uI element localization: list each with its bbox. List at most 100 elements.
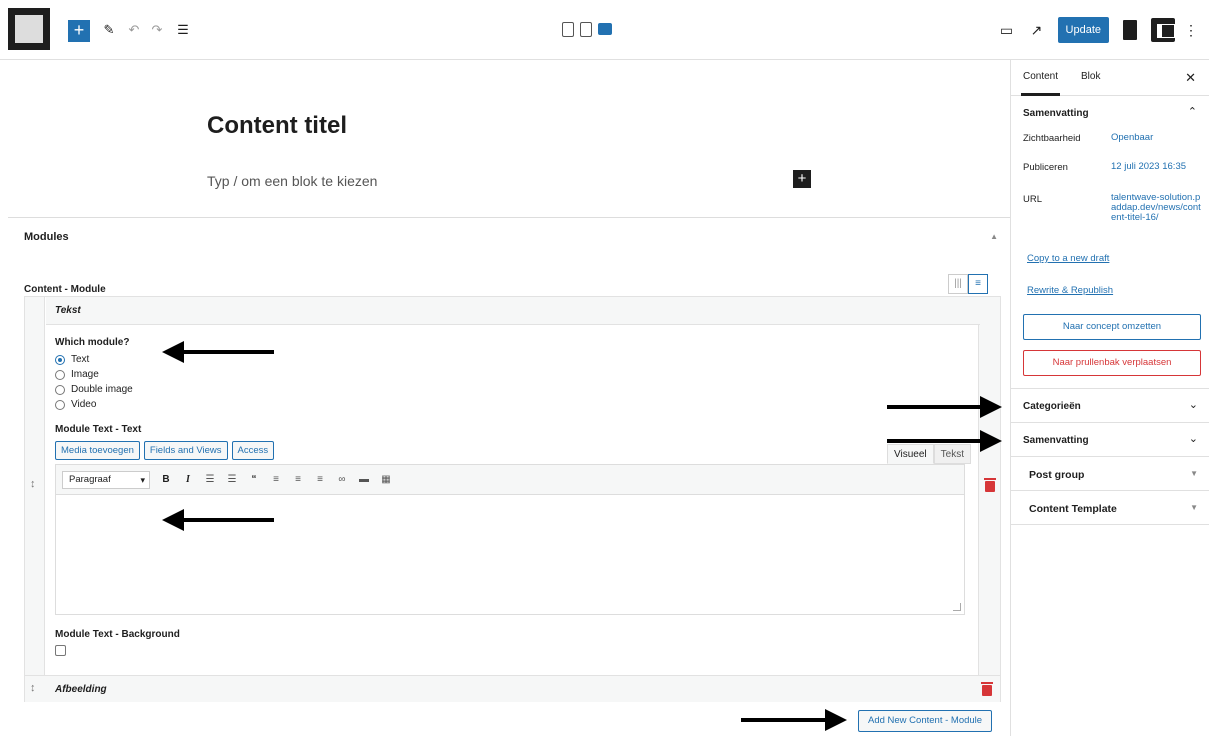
summary-title: Samenvatting [1023, 108, 1089, 119]
align-center-icon[interactable]: ≡ [292, 474, 304, 485]
triangle-down-icon: ▼ [1190, 469, 1198, 478]
summary-panel-header[interactable]: Samenvatting ⌃ [1011, 96, 1209, 130]
align-left-icon[interactable]: ≡ [270, 474, 282, 485]
post-title[interactable]: Content titel [207, 112, 347, 140]
trash-icon[interactable] [984, 478, 996, 492]
row-title: Tekst [46, 297, 980, 325]
tab-content[interactable]: Content [1020, 71, 1061, 96]
redo-icon[interactable]: ↷ [148, 21, 166, 39]
module-text-label: Module Text - Text [55, 424, 142, 435]
row-layout-icon[interactable]: ≡ [968, 274, 988, 294]
preview-icon[interactable]: ▭ [992, 17, 1022, 43]
row-actions [978, 297, 1000, 675]
chevron-down-icon: ⌄ [1188, 433, 1198, 445]
content-module-label: Content - Module [24, 284, 106, 295]
radio-label: Video [71, 399, 97, 410]
tablet-preview-icon[interactable] [580, 22, 592, 37]
radio-text[interactable]: Text [55, 352, 133, 367]
link-icon[interactable]: ∞ [336, 474, 348, 485]
radio-label: Text [71, 354, 90, 365]
radio-dot[interactable] [55, 384, 65, 395]
fields-views-button[interactable]: Fields and Views [143, 441, 228, 460]
publish-value[interactable]: 12 juli 2023 16:35 [1111, 162, 1203, 172]
block-layout-icon[interactable]: ||| [948, 274, 968, 294]
bullet-list-icon[interactable]: ☰ [204, 474, 216, 485]
annotation-arrow [741, 709, 847, 731]
radio-dot[interactable] [55, 369, 65, 380]
close-icon[interactable]: ✕ [1185, 70, 1196, 86]
radio-label: Double image [71, 384, 133, 395]
site-icon [15, 15, 43, 43]
copy-draft-link[interactable]: Copy to a new draft [1027, 253, 1109, 264]
editor-canvas: Content titel Typ / om een blok te kieze… [0, 60, 1010, 736]
bold-icon[interactable]: B [160, 474, 172, 485]
chevron-down-icon: ⌄ [1188, 399, 1198, 411]
settings-sidebar-icon[interactable] [1151, 18, 1175, 42]
editor-tabs: Visueel Tekst [887, 444, 971, 464]
drag-icon: ↕ [30, 478, 36, 490]
pencil-icon[interactable]: ✎ [100, 21, 118, 39]
trash-icon[interactable] [981, 682, 993, 696]
background-label: Module Text - Background [55, 629, 180, 640]
access-button[interactable]: Access [231, 441, 275, 460]
tab-text[interactable]: Tekst [933, 444, 971, 464]
post-group-title: Post group [1029, 469, 1085, 481]
editor-toolbar: Paragraaf B I ☰ ☰ “ ≡ ≡ ≡ ∞ ▬ ▦ [56, 465, 964, 495]
url-label: URL [1023, 194, 1043, 205]
format-select[interactable]: Paragraaf [62, 470, 150, 489]
undo-icon[interactable]: ↶ [125, 21, 143, 39]
quote-icon[interactable]: “ [248, 474, 260, 485]
add-block-button[interactable]: + [68, 20, 90, 42]
categories-panel-header[interactable]: Categorieën ⌄ [1011, 389, 1209, 423]
url-value[interactable]: talentwave-solution.paddap.dev/news/cont… [1111, 193, 1203, 223]
radio-video[interactable]: Video [55, 397, 133, 412]
background-checkbox[interactable] [55, 645, 66, 656]
plugin-icon[interactable] [1123, 20, 1137, 40]
list-view-icon[interactable]: ☰ [174, 21, 192, 39]
desktop-preview-icon[interactable] [598, 23, 612, 35]
add-media-button[interactable]: Media toevoegen [55, 441, 140, 460]
visibility-label: Zichtbaarheid [1023, 133, 1081, 144]
content-template-title: Content Template [1029, 503, 1117, 515]
annotation-arrow [887, 396, 1002, 418]
wysiwyg-editor[interactable]: Paragraaf B I ☰ ☰ “ ≡ ≡ ≡ ∞ ▬ ▦ [55, 464, 965, 615]
italic-icon[interactable]: I [182, 474, 194, 485]
resize-handle-icon[interactable] [953, 603, 961, 611]
publish-label: Publiceren [1023, 162, 1068, 173]
annotation-arrow [162, 341, 274, 363]
numbered-list-icon[interactable]: ☰ [226, 474, 238, 485]
switch-to-draft-button[interactable]: Naar concept omzetten [1023, 314, 1201, 340]
external-link-icon[interactable]: ↗ [1022, 17, 1052, 43]
radio-dot[interactable] [55, 399, 65, 410]
tab-block[interactable]: Blok [1081, 71, 1100, 82]
add-new-module-button[interactable]: Add New Content - Module [858, 710, 993, 732]
block-placeholder[interactable]: Typ / om een blok te kiezen [207, 173, 377, 189]
triangle-down-icon: ▼ [1190, 503, 1198, 512]
modules-metabox: Modules ▲ Content - Module ||| ≡ ↕ Tekst… [8, 217, 1010, 736]
which-module-label: Which module? [55, 337, 130, 348]
annotation-arrow [887, 430, 1002, 452]
drag-icon[interactable]: ↕ [30, 682, 36, 694]
tab-visual[interactable]: Visueel [887, 444, 934, 464]
radio-dot[interactable] [55, 354, 65, 365]
more-options-icon[interactable]: ⋮ [1181, 17, 1201, 43]
toolbar-toggle-icon[interactable]: ▦ [380, 474, 392, 485]
summary2-panel-header[interactable]: Samenvatting ⌄ [1011, 423, 1209, 457]
radio-double-image[interactable]: Double image [55, 382, 133, 397]
mobile-preview-icon[interactable] [562, 22, 574, 37]
align-right-icon[interactable]: ≡ [314, 474, 326, 485]
visibility-value[interactable]: Openbaar [1111, 133, 1203, 143]
read-more-icon[interactable]: ▬ [358, 474, 370, 485]
site-logo-button[interactable] [8, 8, 50, 50]
insert-block-button[interactable]: + [793, 170, 811, 188]
content-template-header[interactable]: Content Template ▼ [1011, 491, 1209, 525]
row-drag-handle[interactable]: ↕ [25, 297, 45, 675]
categories-title: Categorieën [1023, 401, 1081, 412]
rewrite-republish-link[interactable]: Rewrite & Republish [1027, 285, 1113, 296]
row-afbeelding: ↕ Afbeelding [25, 675, 1000, 702]
move-to-trash-button[interactable]: Naar prullenbak verplaatsen [1023, 350, 1201, 376]
radio-image[interactable]: Image [55, 367, 133, 382]
update-button[interactable]: Update [1057, 17, 1109, 43]
collapse-arrow-icon[interactable]: ▲ [990, 232, 998, 241]
post-group-header[interactable]: Post group ▼ [1011, 457, 1209, 491]
